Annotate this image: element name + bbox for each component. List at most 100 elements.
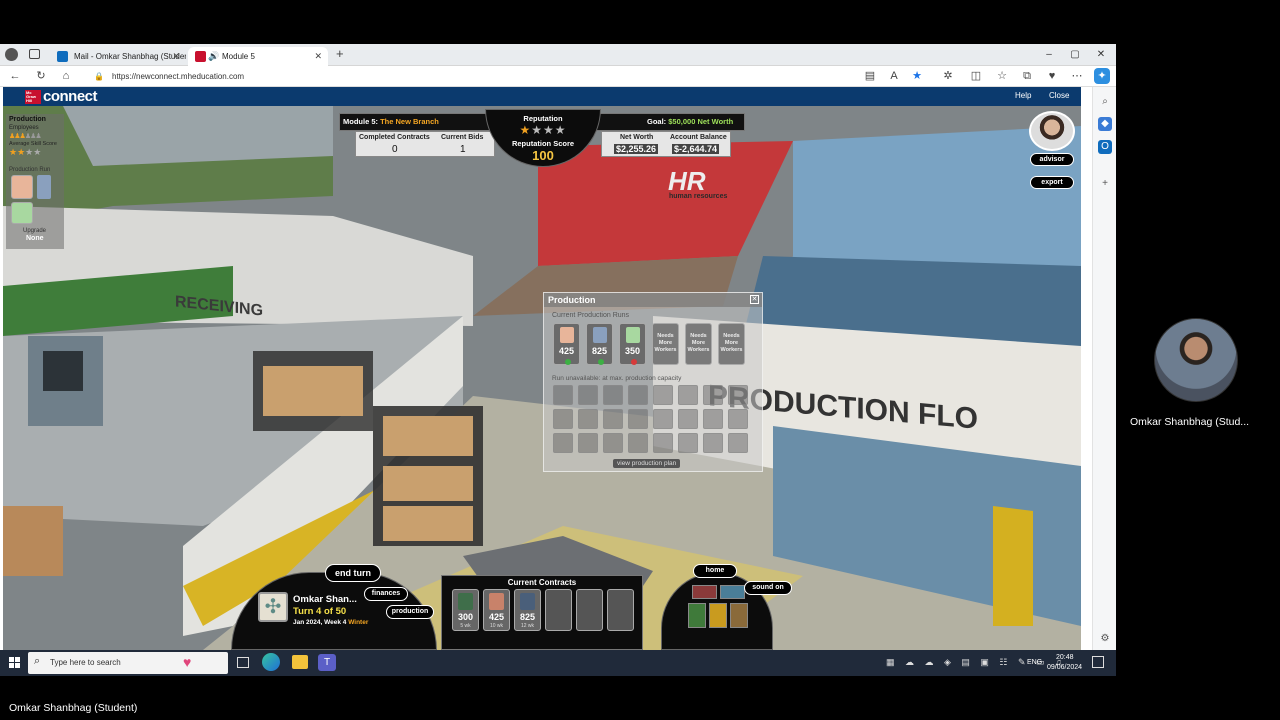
read-aloud-icon[interactable]: A — [886, 68, 902, 84]
tab-module5[interactable]: 🔊 Module 5 ✕ — [188, 47, 328, 66]
refresh-icon[interactable]: ↻ — [33, 68, 49, 84]
contract-slot[interactable]: 825 12 wk — [514, 589, 541, 631]
clock-time[interactable]: 20:48 — [1056, 654, 1074, 661]
new-tab-icon[interactable]: + — [336, 46, 344, 61]
extensions-icon[interactable]: ✲ — [940, 68, 956, 84]
reader-icon[interactable]: ▤ — [862, 68, 878, 84]
taskbar-search[interactable]: ⌕ Type here to search ♥ — [28, 652, 228, 674]
minimize-icon[interactable]: – — [1036, 46, 1062, 64]
home-button[interactable]: home — [693, 564, 737, 578]
run-shirt-icon[interactable] — [11, 202, 33, 224]
turn-counter: Turn 4 of 50 — [293, 606, 347, 617]
teams-icon[interactable]: T — [318, 654, 336, 671]
task-view-icon[interactable] — [237, 657, 249, 668]
unavailable-run-cell — [728, 433, 748, 453]
contract-slot[interactable]: 300 5 wk — [452, 589, 479, 631]
contract-quantity: 825 — [519, 612, 536, 622]
star-empty-icon: ★ — [543, 123, 555, 137]
copilot-icon[interactable]: ✦ — [1094, 68, 1110, 84]
production-popup: Production ✕ Current Production Runs Run… — [543, 292, 763, 472]
close-tab-icon[interactable]: ✕ — [314, 47, 322, 66]
contract-slot-empty — [576, 589, 603, 631]
close-tab-icon[interactable]: ✕ — [172, 47, 180, 66]
advisor-button[interactable]: advisor — [1030, 153, 1074, 166]
clock-date[interactable]: 09/06/2024 — [1047, 664, 1082, 671]
url-text: https://newconnect.mheducation.com — [112, 72, 245, 81]
run-sweater-icon[interactable] — [11, 175, 33, 199]
browser-essentials-icon[interactable]: ♥ — [1044, 68, 1060, 84]
maximize-icon[interactable]: ▢ — [1062, 46, 1088, 64]
room-color-swatch[interactable] — [688, 603, 706, 628]
production-button[interactable]: production — [386, 605, 434, 619]
game-viewport[interactable]: HR human resources RECEIVING PRODUCTION … — [3, 106, 1081, 650]
module-prefix: Module 5: — [343, 117, 378, 126]
skill-stars: ★★★★ — [9, 147, 42, 157]
back-icon[interactable]: ← — [7, 68, 23, 84]
unavailable-run-cell — [578, 385, 598, 405]
popup-close-icon[interactable]: ✕ — [750, 295, 759, 304]
unavailable-run-cell — [578, 433, 598, 453]
notification-icon[interactable] — [1092, 656, 1104, 668]
finances-button[interactable]: finances — [364, 587, 408, 601]
add-icon[interactable]: + — [1098, 177, 1112, 191]
unavailable-run-cell — [728, 385, 748, 405]
garment-icon — [458, 593, 473, 610]
tab-actions-icon[interactable] — [29, 49, 40, 59]
tab-mail[interactable]: Mail - Omkar Shanbhag (Studen ✕ — [50, 47, 186, 66]
production-run-pants[interactable]: 825 — [586, 323, 613, 365]
edge-taskbar-icon[interactable] — [262, 653, 280, 671]
reputation-label: Reputation — [523, 114, 563, 123]
favorites-icon[interactable]: ☆ — [994, 68, 1010, 84]
unavailable-run-cell — [678, 409, 698, 429]
close-link[interactable]: Close — [1049, 91, 1069, 100]
needs-workers-slot: Needs More Workers — [685, 323, 712, 365]
collections-icon[interactable]: ⧉ — [1019, 68, 1035, 84]
settings-gear-icon[interactable]: ⚙ — [1098, 632, 1112, 646]
current-runs-label: Current Production Runs — [552, 312, 630, 319]
unavailable-run-cell — [703, 433, 723, 453]
room-color-swatch[interactable] — [720, 585, 745, 599]
start-icon[interactable] — [9, 657, 20, 668]
profile-icon[interactable] — [5, 48, 18, 61]
speaker-icon[interactable]: 🔊 — [208, 47, 219, 66]
room-color-swatch[interactable] — [730, 603, 748, 628]
star-empty-icon: ★ — [531, 123, 543, 137]
split-screen-icon[interactable]: ◫ — [968, 68, 984, 84]
sound-on-button[interactable]: sound on — [744, 581, 792, 595]
contract-slot[interactable]: 425 10 wk — [483, 589, 510, 631]
needs-workers-slot: Needs More Workers — [718, 323, 745, 365]
view-production-plan-button[interactable]: view production plan — [613, 459, 681, 468]
url-input[interactable]: 🔒 https://newconnect.mheducation.com — [88, 68, 858, 85]
language-indicator[interactable]: ENG — [1027, 659, 1042, 666]
run-pants-icon[interactable] — [37, 175, 51, 199]
production-run-shirt[interactable]: 350 — [619, 323, 646, 365]
mcgraw-hill-icon — [195, 51, 206, 62]
contract-weeks: 5 wk — [460, 623, 471, 629]
needs-workers-slot: Needs More Workers — [652, 323, 679, 365]
reputation-score-label: Reputation Score — [511, 139, 575, 148]
tab-module5-label: Module 5 — [222, 52, 255, 61]
more-icon[interactable]: ⋯ — [1069, 68, 1085, 84]
end-turn-button[interactable]: end turn — [325, 564, 381, 582]
help-link[interactable]: Help — [1015, 91, 1031, 100]
browser-sidebar: ⌕ ◆ O + ⚙ — [1092, 87, 1116, 676]
extension-icon[interactable]: ◆ — [1098, 117, 1112, 131]
file-explorer-icon[interactable] — [292, 655, 308, 669]
room-color-swatch[interactable] — [692, 585, 717, 599]
game-date: Jan 2024, Week 4 — [293, 619, 347, 626]
hr-subtitle: human resources — [669, 193, 728, 200]
outlook-icon[interactable]: O — [1098, 140, 1112, 154]
close-window-icon[interactable]: ✕ — [1088, 46, 1114, 64]
advisor-avatar[interactable] — [1029, 111, 1075, 151]
search-icon[interactable]: ⌕ — [1098, 95, 1112, 109]
production-run-sweater[interactable]: 425 — [553, 323, 580, 365]
export-button[interactable]: export — [1030, 176, 1074, 189]
contract-weeks: 10 wk — [489, 623, 504, 629]
favorite-star-icon[interactable]: ★ — [909, 68, 925, 84]
account-balance-label: Account Balance — [670, 134, 727, 141]
home-icon[interactable]: ⌂ — [58, 68, 74, 84]
unavailable-run-cell — [628, 409, 648, 429]
module-name: The New Branch — [380, 117, 439, 126]
sweater-icon — [560, 327, 574, 343]
room-color-swatch[interactable] — [709, 603, 727, 628]
